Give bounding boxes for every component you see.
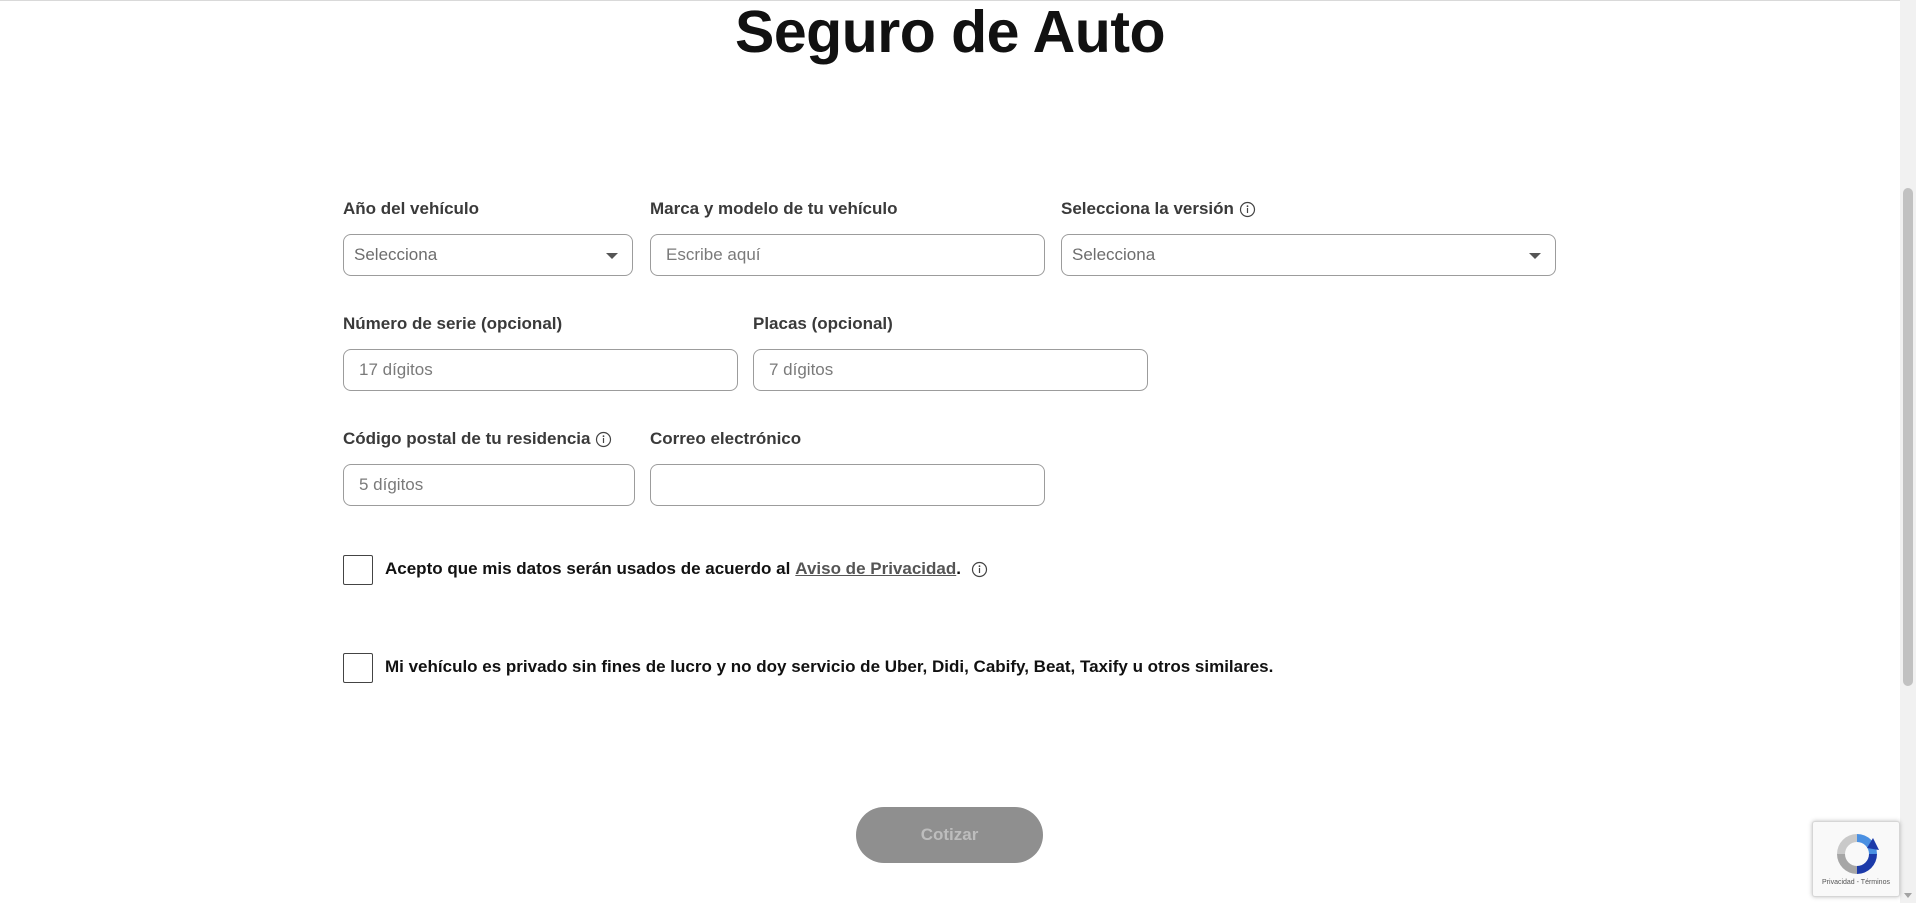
- serial-label-text: Número de serie (opcional): [343, 314, 563, 333]
- version-label-text: Selecciona la versión: [1061, 199, 1234, 218]
- make-model-field-box: [650, 234, 1045, 276]
- make-model-label: Marca y modelo de tu vehículo: [650, 199, 898, 219]
- year-select[interactable]: Selecciona: [343, 234, 633, 276]
- email-field-box: [650, 464, 1045, 506]
- plates-label: Placas (opcional): [753, 314, 893, 334]
- postal-code-label-text: Código postal de tu residencia: [343, 429, 591, 448]
- version-selected-value: Selecciona: [1072, 245, 1156, 264]
- make-model-label-text: Marca y modelo de tu vehículo: [650, 199, 898, 218]
- privacy-consent-label: Acepto que mis datos serán usados de acu…: [385, 559, 988, 579]
- serial-label: Número de serie (opcional): [343, 314, 562, 334]
- recaptcha-logo-icon: [1833, 830, 1881, 883]
- make-model-input[interactable]: [651, 235, 1044, 275]
- year-label-text: Año del vehículo: [343, 199, 480, 218]
- privacy-consent-suffix: .: [956, 559, 961, 578]
- year-label: Año del vehículo: [343, 199, 479, 219]
- caret-down-icon: [606, 253, 618, 259]
- page: Seguro de Auto Año del vehículo Seleccio…: [0, 0, 1916, 903]
- email-label-text: Correo electrónico: [650, 429, 802, 448]
- page-title: Seguro de Auto: [734, 0, 1166, 65]
- private-vehicle-label: Mi vehículo es privado sin fines de lucr…: [385, 657, 1273, 677]
- serial-input[interactable]: [344, 350, 737, 390]
- email-field[interactable]: [651, 465, 1044, 505]
- info-circle-icon[interactable]: [1239, 201, 1256, 218]
- private-vehicle-text: Mi vehículo es privado sin fines de lucr…: [385, 657, 1274, 676]
- recaptcha-badge[interactable]: Privacidad - Términos: [1812, 821, 1900, 897]
- plates-input[interactable]: [754, 350, 1147, 390]
- privacy-notice-link[interactable]: Aviso de Privacidad: [795, 559, 956, 579]
- plates-label-text: Placas (opcional): [753, 314, 893, 333]
- postal-code-label: Código postal de tu residencia: [343, 429, 612, 449]
- serial-field-box: [343, 349, 738, 391]
- privacy-consent-checkbox[interactable]: [343, 555, 373, 585]
- recaptcha-terms[interactable]: Privacidad - Términos: [1813, 879, 1899, 886]
- version-label: Selecciona la versión: [1061, 199, 1256, 219]
- plates-field-box: [753, 349, 1148, 391]
- postal-code-field-box: [343, 464, 635, 506]
- scroll-down-arrow-icon[interactable]: [1904, 893, 1912, 898]
- caret-down-icon: [1529, 253, 1541, 259]
- privacy-consent-text: Acepto que mis datos serán usados de acu…: [385, 559, 791, 578]
- year-selected-value: Selecciona: [354, 245, 438, 264]
- info-circle-icon[interactable]: [971, 561, 988, 578]
- scrollbar-thumb[interactable]: [1903, 188, 1913, 686]
- version-select[interactable]: Selecciona: [1061, 234, 1556, 276]
- email-label: Correo electrónico: [650, 429, 801, 449]
- postal-code-input[interactable]: [344, 465, 634, 505]
- info-circle-icon[interactable]: [595, 431, 612, 448]
- private-vehicle-checkbox[interactable]: [343, 653, 373, 683]
- quote-button[interactable]: Cotizar: [856, 807, 1043, 863]
